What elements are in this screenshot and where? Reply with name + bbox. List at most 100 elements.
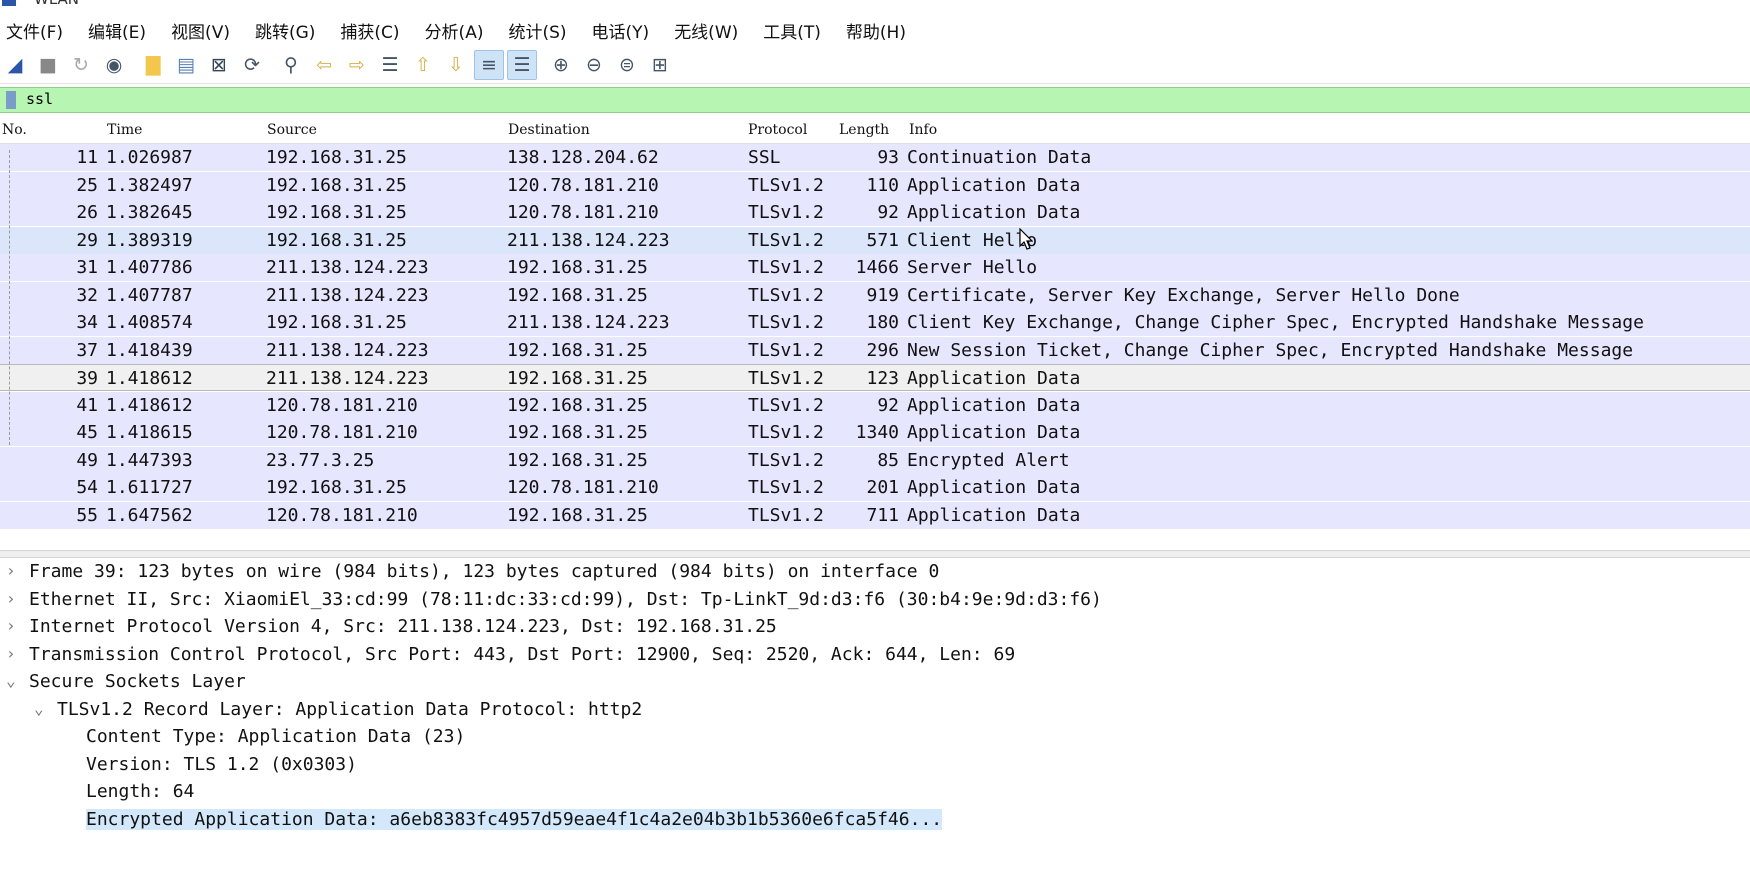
- packet-row[interactable]: 34 1.408574 192.168.31.25 211.138.124.223 TL…: [0, 309, 1750, 336]
- packet-no: 31: [76, 257, 98, 278]
- packet-info: Client Key Exchange, Change Cipher Spec,…: [907, 312, 1644, 333]
- packet-destination: 192.168.31.25: [507, 394, 648, 416]
- zoom-out-icon[interactable]: ⊖: [579, 50, 609, 80]
- packet-info: Application Data: [907, 174, 1081, 196]
- go-forward-icon[interactable]: ⇨: [342, 50, 372, 80]
- detail-tree-item[interactable]: Version: TLS 1.2 (0x0303): [0, 751, 1750, 778]
- packet-row[interactable]: 31 1.407786 211.138.124.223 192.168.31.25 TL…: [0, 254, 1750, 281]
- detail-tree-item[interactable]: › Transmission Control Protocol, Src Port…: [0, 641, 1750, 668]
- colorize-icon[interactable]: ☰: [507, 50, 537, 80]
- stop-icon[interactable]: ■: [33, 50, 63, 80]
- detail-tree-label: Ethernet II, Src: XiaomiEl_33:cd:99 (78:…: [29, 588, 1102, 610]
- menu-item-10[interactable]: 帮助(H): [846, 18, 906, 43]
- col-protocol-header[interactable]: Protocol: [748, 122, 807, 138]
- packet-info: Application Data: [907, 504, 1081, 526]
- packet-no: 39: [76, 368, 98, 389]
- packet-time: 1.418612: [106, 368, 193, 389]
- packet-source: 192.168.31.25: [266, 174, 407, 196]
- menu-item-8[interactable]: 无线(W): [674, 18, 738, 43]
- detail-tree-item[interactable]: Content Type: Application Data (23): [0, 723, 1750, 750]
- resize-columns-icon[interactable]: ⊞: [645, 50, 675, 80]
- detail-tree-item[interactable]: › Frame 39: 123 bytes on wire (984 bits),…: [0, 558, 1750, 585]
- packet-row[interactable]: 55 1.647562 120.78.181.210 192.168.31.25 TLS…: [0, 501, 1750, 529]
- packet-time: 1.407787: [106, 284, 193, 306]
- col-destination-header[interactable]: Destination: [508, 122, 590, 138]
- go-back-icon[interactable]: ⇦: [309, 50, 339, 80]
- packet-row[interactable]: 11 1.026987 192.168.31.25 138.128.204.62 SSL…: [0, 144, 1750, 171]
- first-packet-icon[interactable]: ⇧: [408, 50, 438, 80]
- detail-tree-item[interactable]: ⌄ TLSv1.2 Record Layer: Application Data …: [0, 696, 1750, 723]
- zoom-in-icon[interactable]: ⊕: [546, 50, 576, 80]
- chevron-right-icon[interactable]: ›: [6, 644, 16, 663]
- detail-tree-item[interactable]: Encrypted Application Data: a6eb8383fc49…: [0, 806, 1750, 833]
- packet-destination: 192.168.31.25: [507, 368, 648, 389]
- packet-no: 55: [76, 504, 98, 526]
- packet-destination: 192.168.31.25: [507, 504, 648, 526]
- col-length-header[interactable]: Length: [839, 122, 889, 138]
- chevron-down-icon[interactable]: ⌄: [34, 699, 44, 718]
- last-packet-icon[interactable]: ⇩: [441, 50, 471, 80]
- reload-icon[interactable]: ⟳: [237, 50, 267, 80]
- packet-row[interactable]: 45 1.418615 120.78.181.210 192.168.31.25 TLS…: [0, 419, 1750, 446]
- packet-row[interactable]: 39 1.418612 211.138.124.223 192.168.31.25 TL…: [0, 364, 1750, 391]
- detail-tree-label: Internet Protocol Version 4, Src: 211.13…: [29, 616, 777, 637]
- packet-row[interactable]: 26 1.382645 192.168.31.25 120.78.181.210 TLS…: [0, 199, 1750, 226]
- menu-item-5[interactable]: 分析(A): [425, 18, 484, 43]
- col-source-header[interactable]: Source: [267, 122, 317, 138]
- open-file-icon[interactable]: ▇: [138, 50, 168, 80]
- packet-row[interactable]: 25 1.382497 192.168.31.25 120.78.181.210 TLS…: [0, 171, 1750, 199]
- packet-row[interactable]: 41 1.418612 120.78.181.210 192.168.31.25 TLS…: [0, 391, 1750, 419]
- packet-no: 29: [76, 229, 98, 251]
- col-info-header[interactable]: Info: [909, 122, 937, 138]
- chevron-right-icon[interactable]: ›: [6, 561, 16, 580]
- close-file-icon[interactable]: ⊠: [204, 50, 234, 80]
- bookmark-icon[interactable]: [6, 91, 16, 109]
- packet-row[interactable]: 29 1.389319 192.168.31.25 211.138.124.223 TL…: [0, 226, 1750, 254]
- detail-tree-item[interactable]: ⌄ Secure Sockets Layer: [0, 668, 1750, 695]
- packet-info: Server Hello: [907, 257, 1038, 278]
- menu-item-4[interactable]: 捕获(C): [340, 18, 399, 43]
- menu-item-0[interactable]: 文件(F): [6, 18, 63, 43]
- packet-no: 49: [76, 449, 98, 471]
- menu-item-3[interactable]: 跳转(G): [255, 18, 315, 43]
- save-file-icon[interactable]: ▤: [171, 50, 201, 80]
- restart-icon[interactable]: ↻: [66, 50, 96, 80]
- packet-no: 34: [76, 312, 98, 333]
- packet-source: 192.168.31.25: [266, 229, 407, 251]
- packet-row[interactable]: 49 1.447393 23.77.3.25 192.168.31.25 TLSv1.2…: [0, 446, 1750, 474]
- packet-info: Application Data: [907, 477, 1081, 498]
- menu-item-2[interactable]: 视图(V): [171, 18, 230, 43]
- wireshark-app-icon: [2, 0, 16, 6]
- autoscroll-icon[interactable]: ≡: [474, 50, 504, 80]
- packet-destination: 192.168.31.25: [507, 257, 648, 278]
- packet-info: Application Data: [907, 368, 1081, 389]
- col-time-header[interactable]: Time: [107, 122, 142, 138]
- packet-protocol: TLSv1.2: [748, 368, 824, 389]
- col-no-header[interactable]: No.: [2, 122, 27, 138]
- packet-row[interactable]: 54 1.611727 192.168.31.25 120.78.181.210 TLS…: [0, 474, 1750, 501]
- detail-tree-item[interactable]: › Internet Protocol Version 4, Src: 211.1…: [0, 613, 1750, 640]
- chevron-down-icon[interactable]: ⌄: [6, 671, 16, 690]
- zoom-normal-icon[interactable]: ⊜: [612, 50, 642, 80]
- packet-length: 93: [877, 147, 899, 168]
- capture-options-icon[interactable]: ◉: [99, 50, 129, 80]
- find-icon[interactable]: ⚲: [276, 50, 306, 80]
- menu-item-6[interactable]: 统计(S): [508, 18, 566, 43]
- display-filter-input[interactable]: [26, 89, 1726, 109]
- menu-item-9[interactable]: 工具(T): [763, 18, 821, 43]
- detail-tree-item[interactable]: › Ethernet II, Src: XiaomiEl_33:cd:99 (78…: [0, 586, 1750, 613]
- menu-item-1[interactable]: 编辑(E): [88, 18, 146, 43]
- go-to-packet-icon[interactable]: ☰: [375, 50, 405, 80]
- packet-info: Certificate, Server Key Exchange, Server…: [907, 284, 1460, 306]
- chevron-right-icon[interactable]: ›: [6, 616, 16, 635]
- packet-length: 1466: [855, 257, 899, 278]
- menu-item-7[interactable]: 电话(Y): [592, 18, 650, 43]
- pane-splitter[interactable]: [0, 550, 1750, 558]
- packet-time: 1.418439: [106, 339, 193, 361]
- detail-tree-item[interactable]: Length: 64: [0, 778, 1750, 805]
- packet-protocol: TLSv1.2: [748, 229, 824, 251]
- chevron-right-icon[interactable]: ›: [6, 589, 16, 608]
- shark-fin-start-icon[interactable]: ◢: [0, 50, 30, 80]
- packet-row[interactable]: 32 1.407787 211.138.124.223 192.168.31.25 TL…: [0, 281, 1750, 309]
- packet-row[interactable]: 37 1.418439 211.138.124.223 192.168.31.25 TL…: [0, 336, 1750, 364]
